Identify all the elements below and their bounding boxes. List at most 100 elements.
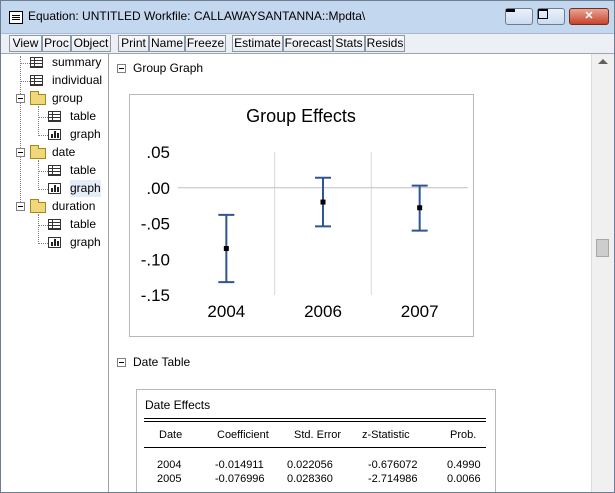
- graph-icon: [48, 129, 61, 140]
- object-tree: summary individual group table graph dat…: [1, 54, 109, 492]
- collapse-icon[interactable]: [16, 94, 25, 103]
- y-tick-label: .00: [146, 179, 170, 198]
- table-cell: 0.028360: [287, 473, 333, 485]
- tree-connector: [38, 214, 39, 242]
- graph-icon: [48, 237, 61, 248]
- tree-connector: [20, 63, 30, 64]
- y-tick-label: -.05: [141, 215, 170, 234]
- tree-item-label: individual: [52, 73, 103, 87]
- table-icon: [48, 165, 61, 176]
- minimize-button[interactable]: [505, 8, 533, 25]
- table-icon: [30, 75, 43, 86]
- table-icon: [30, 57, 43, 68]
- graph-icon: [48, 183, 61, 194]
- tree-item-label: graph: [70, 235, 101, 249]
- tree-connector: [38, 225, 48, 226]
- tree-connector: [38, 243, 48, 244]
- point-estimate: [320, 199, 326, 205]
- column-header: z-Statistic: [362, 429, 410, 441]
- table-cell: 0.0066: [447, 473, 481, 485]
- tree-item-label: summary: [52, 55, 102, 69]
- point-estimate: [223, 246, 229, 252]
- maximize-icon: [538, 9, 548, 19]
- column-header: Prob.: [450, 429, 477, 441]
- name-button[interactable]: Name: [149, 35, 185, 52]
- tree-connector: [38, 160, 39, 188]
- table-cell: 0.022056: [287, 459, 333, 471]
- scroll-thumb[interactable]: [596, 239, 609, 257]
- tree-item-label: duration: [52, 199, 96, 213]
- table-rule: [144, 421, 486, 422]
- table-icon: [48, 219, 61, 230]
- estimate-button[interactable]: Estimate: [232, 35, 283, 52]
- x-tick-label: 2007: [401, 302, 439, 321]
- table-cell: 2005: [157, 473, 182, 485]
- group-effects-graph: Group Effects .05 .00 -.05 -.10 -.15 2004 2006 2…: [129, 94, 474, 337]
- folder-icon: [30, 145, 46, 159]
- tree-connector: [38, 117, 48, 118]
- object-button[interactable]: Object: [71, 35, 111, 52]
- tree-connector: [38, 135, 48, 136]
- equation-window: Equation: UNTITLED Workfile: CALLAWAYSAN…: [0, 0, 615, 493]
- tree-connector: [20, 56, 21, 206]
- output-view[interactable]: Group Graph Group Effects .05 .00 -.05 -.10 -…: [109, 54, 591, 492]
- chart-title: Group Effects: [246, 106, 356, 126]
- table-cell: -0.076996: [215, 473, 265, 485]
- close-icon: ✕: [584, 10, 594, 22]
- proc-button[interactable]: Proc: [42, 35, 71, 52]
- title-bar[interactable]: Equation: UNTITLED Workfile: CALLAWAYSAN…: [1, 1, 614, 34]
- maximize-button[interactable]: [537, 8, 565, 25]
- resids-button[interactable]: Resids: [365, 35, 405, 52]
- forecast-button[interactable]: Forecast: [283, 35, 333, 52]
- folder-icon: [30, 91, 46, 105]
- tree-item-label: group: [52, 91, 83, 105]
- collapse-icon[interactable]: [117, 64, 126, 73]
- freeze-button[interactable]: Freeze: [185, 35, 226, 52]
- column-header: Std. Error: [294, 429, 342, 441]
- section-label: Group Graph: [133, 61, 204, 75]
- tree-item-label: date: [52, 145, 76, 159]
- y-tick-label: -.10: [141, 250, 170, 269]
- close-button[interactable]: ✕: [569, 8, 609, 25]
- x-tick-label: 2004: [207, 302, 245, 321]
- point-estimate: [417, 205, 423, 211]
- tree-item-label: graph: [70, 127, 101, 141]
- tree-item-label: table: [70, 217, 97, 231]
- vertical-scrollbar[interactable]: [591, 54, 614, 492]
- table-icon: [48, 111, 61, 122]
- column-header: Coefficient: [217, 429, 269, 441]
- scroll-up-icon[interactable]: [598, 59, 608, 64]
- collapse-icon[interactable]: [117, 358, 126, 367]
- x-tick-label: 2006: [304, 302, 342, 321]
- table-rule: [144, 447, 486, 448]
- table-cell: 0.4990: [447, 459, 481, 471]
- y-tick-label: -.15: [141, 286, 170, 305]
- folder-icon: [30, 199, 46, 213]
- table-cell: -0.014911: [215, 459, 264, 471]
- collapse-icon[interactable]: [16, 202, 25, 211]
- date-effects-table: Date Effects Date Coefficient Std. Error…: [136, 389, 496, 492]
- tree-connector: [38, 106, 39, 134]
- y-tick-label: .05: [146, 143, 170, 162]
- print-button[interactable]: Print: [118, 35, 149, 52]
- window-menu-icon[interactable]: [9, 11, 23, 24]
- stats-button[interactable]: Stats: [333, 35, 365, 52]
- toolbar: View Proc Object Print Name Freeze Estim…: [1, 34, 614, 54]
- tree-item-label: table: [70, 109, 97, 123]
- table-cell: 2004: [157, 459, 182, 471]
- section-label: Date Table: [133, 355, 191, 369]
- table-cell: -0.676072: [368, 459, 418, 471]
- tree-item-label: table: [70, 163, 97, 177]
- table-cell: -2.714986: [368, 473, 418, 485]
- minimize-icon: [506, 9, 515, 12]
- tree-connector: [38, 189, 48, 190]
- table-title: Date Effects: [145, 398, 211, 412]
- collapse-icon[interactable]: [16, 148, 25, 157]
- window-title: Equation: UNTITLED Workfile: CALLAWAYSAN…: [28, 9, 366, 23]
- tree-item-label: graph: [70, 180, 101, 197]
- tree-connector: [38, 171, 48, 172]
- column-header: Date: [159, 429, 183, 441]
- chart-svg: Group Effects .05 .00 -.05 -.10 -.15 2004 2006 2…: [141, 106, 468, 321]
- view-button[interactable]: View: [9, 35, 42, 52]
- table-rule: [144, 418, 486, 419]
